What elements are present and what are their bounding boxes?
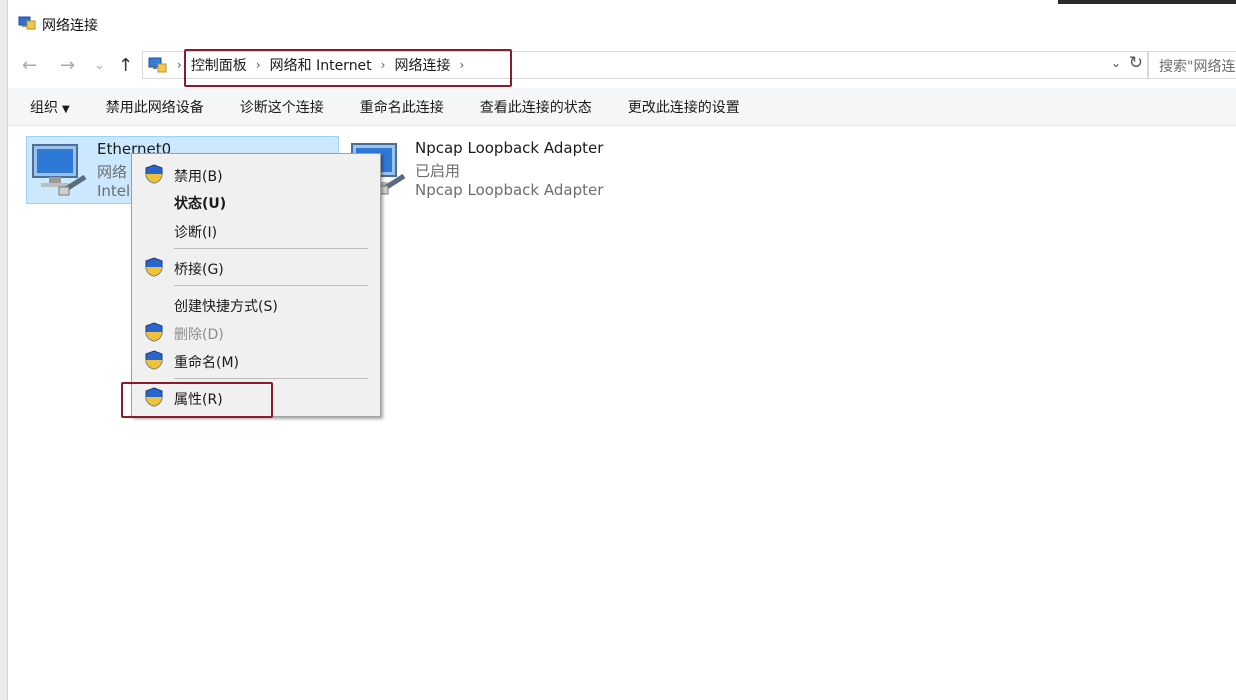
menu-separator (174, 285, 368, 286)
menu-item-create-shortcut[interactable]: 创建快捷方式(S) (132, 292, 380, 318)
connection-name: Npcap Loopback Adapter (415, 139, 604, 157)
properties-highlight-box (121, 382, 273, 418)
menu-item-rename[interactable]: 重命名(M) (132, 348, 380, 374)
menu-separator (174, 248, 368, 249)
connection-item-npcap[interactable]: Npcap Loopback Adapter 已启用 Npcap Loopbac… (346, 136, 636, 204)
connection-device: Intel(R) 82574L Gigabit Network Connecti… (97, 182, 133, 200)
connection-status: 已启用 (415, 162, 461, 180)
search-input[interactable]: 搜索"网络连接" (1148, 51, 1236, 79)
menu-item-delete: 删除(D) (132, 320, 380, 346)
menu-item-label: 状态(U) (174, 196, 227, 212)
network-adapter-icon (29, 141, 91, 203)
diagnose-connection-button[interactable]: 诊断这个连接 (240, 97, 324, 117)
background-window-edge (1058, 0, 1236, 4)
forward-button[interactable]: → (60, 56, 75, 76)
menu-item-diagnose[interactable]: 诊断(I) (132, 218, 380, 244)
menu-item-label: 禁用(B) (174, 169, 223, 185)
menu-item-label: 重命名(M) (174, 355, 240, 371)
uac-shield-icon (144, 322, 164, 346)
organize-button[interactable]: 组织 ▼ (30, 97, 70, 117)
breadcrumb-separator[interactable]: › (177, 58, 182, 72)
menu-item-label: 桥接(G) (174, 262, 224, 278)
refresh-icon[interactable]: ↻ (1129, 53, 1143, 73)
menu-item-status[interactable]: 状态(U) (132, 189, 380, 215)
context-menu: 禁用(B) 状态(U) 诊断(I) 桥接(G) 创建快捷方式(S) 删除(D) … (131, 153, 381, 417)
back-button[interactable]: ← (22, 56, 37, 76)
change-settings-button[interactable]: 更改此连接的设置 (628, 97, 740, 117)
uac-shield-icon (144, 257, 164, 281)
menu-item-bridge[interactable]: 桥接(G) (132, 255, 380, 281)
view-status-button[interactable]: 查看此连接的状态 (480, 97, 592, 117)
window-title: 网络连接 (42, 18, 98, 34)
command-bar: 组织 ▼ 禁用此网络设备 诊断这个连接 重命名此连接 查看此连接的状态 更改此连接… (8, 88, 1236, 126)
path-highlight-box (184, 49, 512, 87)
network-connections-window: 网络连接 ← → ⌄ ↑ › 控制面板 › 网络和 Internet › 网络连… (0, 0, 1236, 700)
menu-item-disable[interactable]: 禁用(B) (132, 162, 380, 188)
uac-shield-icon (144, 164, 164, 188)
menu-item-label: 诊断(I) (174, 225, 218, 241)
network-folder-icon (18, 15, 36, 35)
chevron-down-icon[interactable]: ⌄ (1111, 56, 1121, 70)
caret-down-icon: ▼ (62, 103, 70, 115)
up-button[interactable]: ↑ (118, 56, 133, 76)
control-panel-icon (147, 56, 167, 78)
window-left-edge (0, 0, 8, 700)
disable-device-button[interactable]: 禁用此网络设备 (106, 97, 204, 117)
connection-status: 网络 (97, 163, 128, 181)
menu-item-label: 创建快捷方式(S) (174, 299, 278, 315)
connection-device: Npcap Loopback Adapter (415, 181, 604, 199)
menu-separator (174, 378, 368, 379)
title-bar: 网络连接 (8, 6, 1236, 44)
recent-locations-button[interactable]: ⌄ (94, 56, 105, 76)
rename-connection-button[interactable]: 重命名此连接 (360, 97, 444, 117)
menu-item-label: 删除(D) (174, 327, 224, 343)
uac-shield-icon (144, 350, 164, 374)
